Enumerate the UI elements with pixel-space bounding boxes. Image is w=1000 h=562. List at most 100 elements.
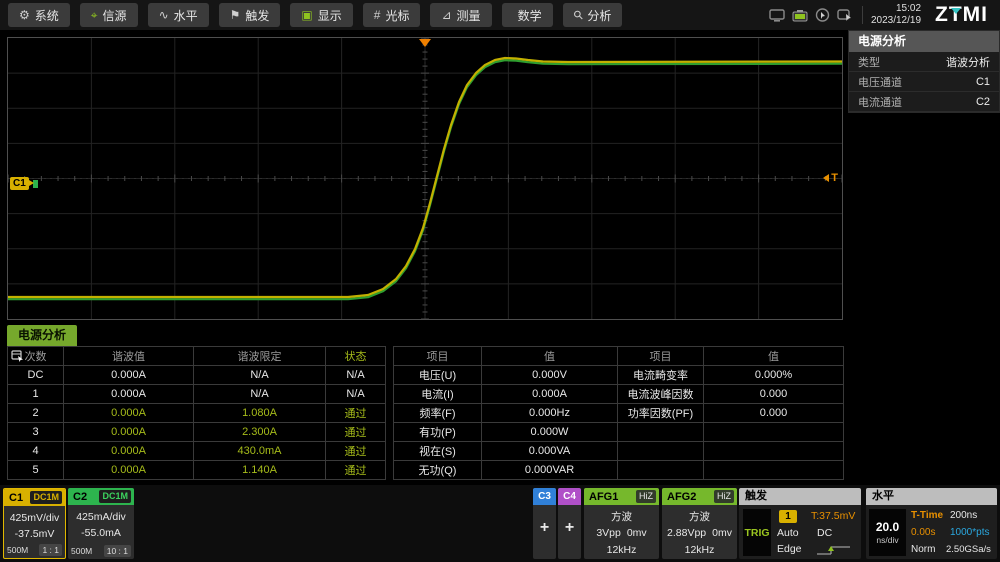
c1-header: C1 DC1M: [4, 489, 65, 506]
afg2-header: AFG2 HiZ: [662, 488, 737, 505]
column-header: 值: [482, 347, 618, 366]
toolbar-button-label: 触发: [245, 7, 269, 24]
trigger-mode[interactable]: Auto: [777, 527, 799, 539]
mouse-icon[interactable]: [815, 8, 830, 22]
c2-name: C2: [71, 491, 87, 503]
table-cell: [704, 461, 844, 480]
row-label: 类型: [858, 54, 880, 70]
c4-add-button[interactable]: +: [558, 519, 581, 537]
toolbar-button-label: 系统: [35, 7, 59, 24]
toolbar-button-label: 测量: [457, 7, 481, 24]
column-header: 值: [704, 347, 844, 366]
delay-value[interactable]: 0.00s: [911, 527, 935, 538]
table-cell: 功率因数(PF): [618, 404, 704, 423]
table-row: 频率(F)0.000Hz功率因数(PF)0.000: [394, 404, 844, 423]
toolbar-button-horizontal[interactable]: ∿水平: [148, 3, 209, 27]
column-header: 项目: [394, 347, 482, 366]
afg1-wave: 方波: [584, 509, 659, 525]
sample-rate: 2.50GSa/s: [946, 544, 991, 555]
c1-probe-ratio: 1 : 1: [39, 544, 62, 556]
panel-row-voltage-channel[interactable]: 电压通道 C1: [849, 72, 999, 92]
panel-row-current-channel[interactable]: 电流通道 C2: [849, 92, 999, 112]
bottom-status-bar: C1 DC1M 425mV/div -37.5mV 500M 1 : 1 C2 …: [0, 485, 1000, 562]
channel-card-c1[interactable]: C1 DC1M 425mV/div -37.5mV 500M 1 : 1: [3, 488, 66, 559]
toolbar-button-math[interactable]: 数学: [502, 3, 553, 27]
source-icon: ⌖: [91, 9, 98, 21]
table-row: 有功(P)0.000W: [394, 423, 844, 442]
channel-card-c4[interactable]: C4 +: [558, 488, 581, 559]
toolbar-button-label: 分析: [587, 7, 611, 24]
toolbar-button-system[interactable]: ⚙系统: [8, 3, 70, 27]
channel-card-c3[interactable]: C3 +: [533, 488, 556, 559]
c2-probe-ratio: 10 : 1: [104, 545, 131, 557]
afg2-wave: 方波: [662, 509, 737, 525]
panel-row-type[interactable]: 类型 谐波分析: [849, 52, 999, 72]
toolbar-button-source[interactable]: ⌖信源: [80, 3, 138, 27]
rising-edge-icon: [815, 544, 853, 557]
table-cell: 频率(F): [394, 404, 482, 423]
table-cell: 电压(U): [394, 366, 482, 385]
toolbar-button-trigger[interactable]: ⚑ 触发: [219, 3, 281, 27]
c2-bandwidth: 500M: [71, 546, 92, 556]
c1-name: C1: [7, 492, 23, 504]
table-cell: 0.000Hz: [482, 404, 618, 423]
power-analysis-panel: 电源分析 类型 谐波分析 电压通道 C1 电流通道 C2: [848, 30, 1000, 113]
afg1-frequency: 12kHz: [584, 542, 659, 558]
afg2-card[interactable]: AFG2 HiZ 方波 2.88Vpp 0mv 12kHz: [662, 488, 737, 559]
timebase-box[interactable]: 20.0 ns/div: [869, 509, 906, 556]
trigger-type[interactable]: Edge: [777, 543, 802, 555]
table-cell: [618, 442, 704, 461]
oscilloscope-screen: ⚙系统 ⌖信源 ∿水平 ⚑ 触发 ▣显示 #光标 ⊿测量数学 ⚲分析 15:02 2023/12…: [0, 0, 1000, 562]
table-cell: N/A: [194, 366, 326, 385]
t-time-label: T-Time: [911, 510, 943, 521]
table-cell: 0.000W: [482, 423, 618, 442]
clock-date: 2023/12/19: [871, 15, 921, 27]
table-cell: 3: [8, 423, 64, 442]
table-cell: 0.000A: [64, 404, 194, 423]
table-row: 10.000AN/AN/A: [8, 385, 386, 404]
toolbar-button-cursor[interactable]: #光标: [363, 3, 421, 27]
table-cell: 视在(S): [394, 442, 482, 461]
power-params-table: 项目值项目值电压(U)0.000V电流畸变率0.000%电流(I)0.000A电…: [393, 346, 844, 480]
afg1-card[interactable]: AFG1 HiZ 方波 3Vpp 0mv 12kHz: [584, 488, 659, 559]
table-cell: 0.000A: [482, 385, 618, 404]
toolbar-right-cluster: 15:02 2023/12/19 ZTMI: [769, 0, 1000, 30]
c1-offset: -37.5mV: [4, 526, 65, 542]
afg2-frequency: 12kHz: [662, 542, 737, 558]
toolbar-button-analyze[interactable]: ⚲分析: [563, 3, 623, 27]
channel-card-c2[interactable]: C2 DC1M 425mA/div -55.0mA 500M 10 : 1: [68, 488, 134, 559]
trigger-coupling[interactable]: DC: [817, 527, 832, 539]
c1-position-marker[interactable]: C1: [10, 177, 29, 190]
table-cell: 通过: [326, 404, 386, 423]
afg2-name: AFG2: [665, 491, 696, 503]
table-cell: 0.000: [704, 385, 844, 404]
table-cell: [618, 423, 704, 442]
touch-icon[interactable]: [837, 8, 853, 22]
trigger-level-marker[interactable]: T: [823, 172, 838, 184]
trigger-level-value[interactable]: T:37.5mV: [811, 510, 855, 522]
trigger-flag-icon: ⚑: [230, 9, 241, 21]
table-cell: N/A: [194, 385, 326, 404]
usb-icon[interactable]: [792, 9, 808, 22]
table-cell: 通过: [326, 423, 386, 442]
toolbar-button-display[interactable]: ▣显示: [290, 3, 352, 27]
search-icon: ⚲: [571, 8, 586, 23]
waveform-display[interactable]: C1 T: [7, 37, 843, 320]
table-cell: 5: [8, 461, 64, 480]
toolbar-button-label: 显示: [318, 7, 342, 24]
tab-power-analysis[interactable]: 电源分析: [7, 325, 77, 346]
toolbar-button-measure[interactable]: ⊿测量: [430, 3, 491, 27]
clock-time: 15:02: [871, 3, 921, 15]
table-cell: 0.000V: [482, 366, 618, 385]
c2-values: 425mA/div -55.0mA: [68, 505, 134, 542]
trigger-source-badge[interactable]: 1: [779, 510, 797, 523]
c2-header: C2 DC1M: [68, 488, 134, 505]
screen-icon[interactable]: [769, 9, 785, 22]
table-cell: [704, 423, 844, 442]
table-cell: 无功(Q): [394, 461, 482, 480]
c4-name: C4: [558, 488, 581, 505]
table-cell: 电流畸变率: [618, 366, 704, 385]
table-row: 40.000A430.0mA通过: [8, 442, 386, 461]
table-cell: 2: [8, 404, 64, 423]
c3-add-button[interactable]: +: [533, 519, 556, 537]
